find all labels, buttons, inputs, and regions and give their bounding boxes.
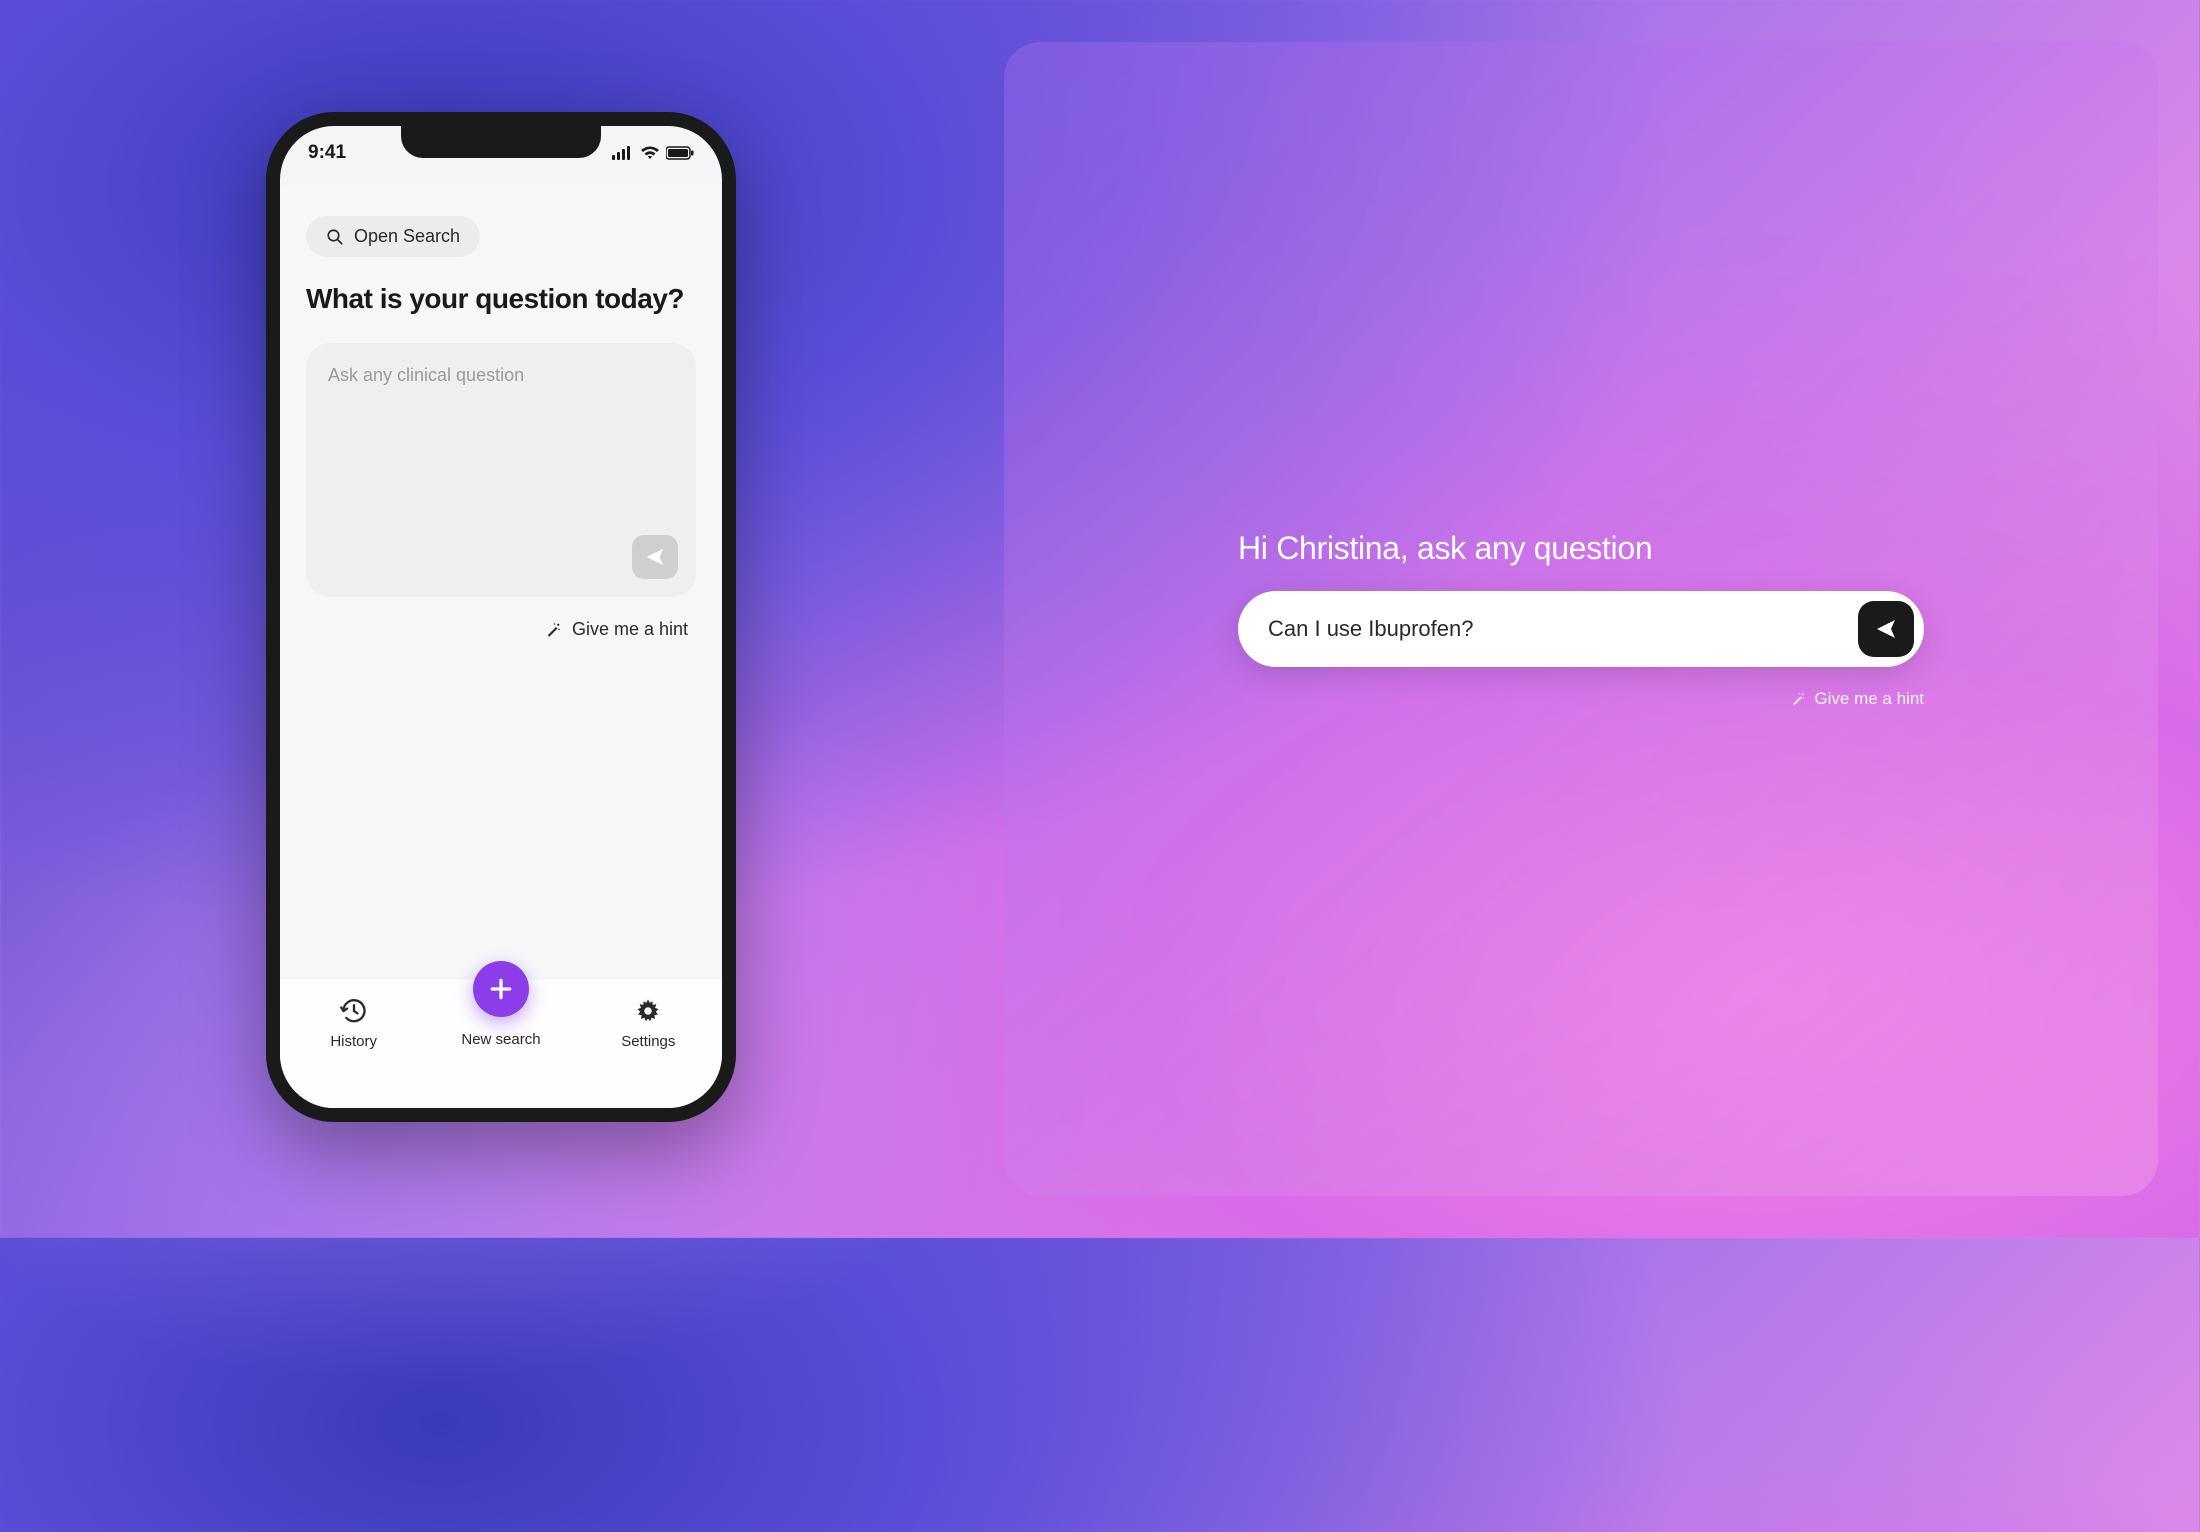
send-icon — [1874, 617, 1898, 641]
send-button[interactable] — [632, 535, 678, 579]
tab-history-label: History — [330, 1033, 377, 1050]
tab-settings[interactable]: Settings — [593, 995, 703, 1050]
tab-new-search-label: New search — [461, 1031, 540, 1048]
phone-mockup: 9:41 Open Search What is your question t… — [266, 112, 736, 1122]
hint-button[interactable]: Give me a hint — [306, 619, 696, 640]
tabbar: History New search Settings — [280, 978, 722, 1108]
hint-label: Give me a hint — [572, 619, 688, 640]
wand-icon — [544, 621, 562, 639]
open-search-pill[interactable]: Open Search — [306, 216, 480, 257]
tab-new-search[interactable]: New search — [446, 995, 556, 1048]
page-heading: What is your question today? — [306, 283, 696, 315]
tab-settings-label: Settings — [621, 1033, 675, 1050]
open-search-label: Open Search — [354, 226, 460, 247]
question-input-placeholder: Ask any clinical question — [328, 365, 524, 385]
status-bar: 9:41 — [280, 138, 722, 168]
plus-icon — [488, 976, 514, 1002]
send-button[interactable] — [1858, 601, 1914, 657]
battery-icon — [666, 146, 694, 160]
new-search-fab[interactable] — [473, 961, 529, 1017]
history-icon — [340, 997, 368, 1025]
question-input-card[interactable]: Ask any clinical question — [306, 343, 696, 597]
wand-icon — [1790, 691, 1806, 707]
wifi-icon — [640, 146, 660, 160]
cellular-icon — [612, 146, 634, 160]
status-time: 9:41 — [308, 142, 346, 164]
hint-button[interactable]: Give me a hint — [1238, 689, 1924, 709]
desktop-panel: Hi Christina, ask any question Can I use… — [1004, 42, 2158, 1196]
send-icon — [644, 546, 666, 568]
tab-history[interactable]: History — [299, 995, 409, 1050]
question-input[interactable]: Can I use Ibuprofen? — [1238, 591, 1924, 667]
status-icons — [612, 146, 694, 160]
greeting: Hi Christina, ask any question — [1238, 530, 1924, 567]
question-input-value: Can I use Ibuprofen? — [1268, 616, 1858, 642]
search-icon — [326, 228, 344, 246]
phone-screen: Open Search What is your question today?… — [280, 186, 722, 1108]
hint-label: Give me a hint — [1814, 689, 1924, 709]
gear-icon — [634, 997, 662, 1025]
